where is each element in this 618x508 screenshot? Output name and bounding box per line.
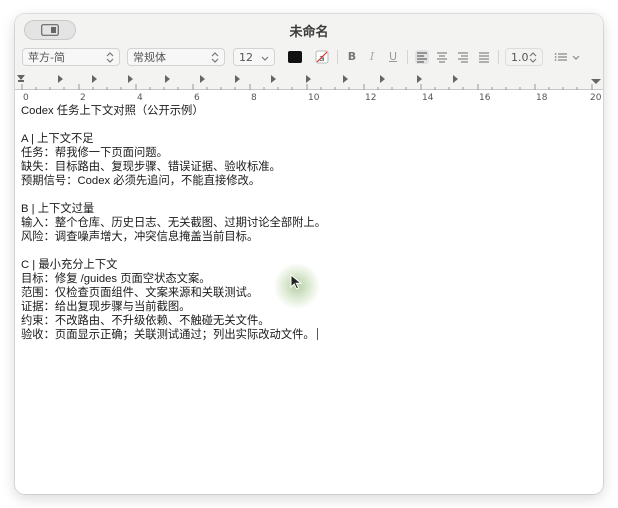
toolbar-separator bbox=[337, 50, 338, 64]
doc-line bbox=[21, 118, 591, 132]
doc-line-last: 验收：页面显示正确；关联测试通过；列出实际改动文件。 bbox=[21, 328, 591, 342]
ruler-markers bbox=[15, 75, 603, 90]
list-style-menu[interactable] bbox=[554, 50, 582, 64]
updown-arrows-icon bbox=[211, 52, 219, 63]
doc-line: 约束：不改路由、不升级依赖、不触碰无关文件。 bbox=[21, 315, 270, 327]
font-family-value: 苹方-简 bbox=[28, 51, 65, 64]
doc-line: Codex 任务上下文对照（公开示例） bbox=[21, 105, 204, 117]
doc-line bbox=[21, 244, 591, 258]
window-title: 未命名 bbox=[289, 25, 329, 40]
text-color-swatch[interactable] bbox=[288, 51, 302, 63]
mouse-pointer-icon bbox=[290, 274, 303, 290]
justify-icon[interactable] bbox=[477, 50, 491, 64]
updown-arrows-icon bbox=[106, 52, 114, 63]
doc-line: 缺失：目标路由、复现步骤、错误证据、验收标准。 bbox=[21, 161, 281, 173]
doc-line: 任务：帮我修一下页面问题。 bbox=[21, 147, 168, 159]
line-spacing-select[interactable]: 1.0 bbox=[505, 48, 543, 66]
font-size-select[interactable]: 12 bbox=[233, 48, 275, 66]
bold-button[interactable]: B bbox=[345, 50, 359, 64]
doc-line: A | 上下文不足 bbox=[21, 133, 94, 145]
toolbar-separator bbox=[407, 50, 408, 64]
doc-line: B | 上下文过量 bbox=[21, 203, 95, 215]
underline-button[interactable]: U bbox=[386, 50, 400, 64]
toolbar-separator bbox=[498, 50, 499, 64]
updown-arrows-icon bbox=[529, 52, 537, 63]
highlight-color-icon[interactable]: a bbox=[315, 50, 329, 64]
text-caret bbox=[316, 328, 319, 340]
font-style-value: 常规体 bbox=[133, 51, 166, 64]
text-editor-window: 未命名 苹方-简 常规体 12 a B I U 1.0 0 2 4 6 8 10… bbox=[15, 14, 603, 494]
chevron-down-icon bbox=[261, 56, 269, 61]
right-indent-marker bbox=[591, 79, 601, 84]
doc-line bbox=[21, 188, 591, 202]
align-center-icon[interactable] bbox=[435, 50, 449, 64]
align-right-icon[interactable] bbox=[456, 50, 470, 64]
doc-line: 预期信号：Codex 必须先追问，不能直接修改。 bbox=[21, 175, 261, 187]
first-line-indent-marker bbox=[17, 75, 25, 80]
doc-line: 风险：调查噪声增大，冲突信息掩盖当前目标。 bbox=[21, 231, 259, 243]
ruler[interactable] bbox=[15, 72, 603, 90]
font-family-select[interactable]: 苹方-简 bbox=[22, 48, 120, 66]
format-toolbar: 苹方-简 常规体 12 a B I U 1.0 bbox=[15, 46, 603, 70]
italic-button[interactable]: I bbox=[365, 50, 379, 64]
font-style-select[interactable]: 常规体 bbox=[127, 48, 225, 66]
font-size-value: 12 bbox=[239, 50, 253, 64]
doc-line-text: 验收：页面显示正确；关联测试通过；列出实际改动文件。 bbox=[21, 329, 315, 341]
doc-line: 输入：整个仓库、历史日志、无关截图、过期讨论全部附上。 bbox=[21, 217, 327, 229]
align-left-icon[interactable] bbox=[415, 50, 429, 64]
line-spacing-value: 1.0 bbox=[511, 50, 529, 64]
